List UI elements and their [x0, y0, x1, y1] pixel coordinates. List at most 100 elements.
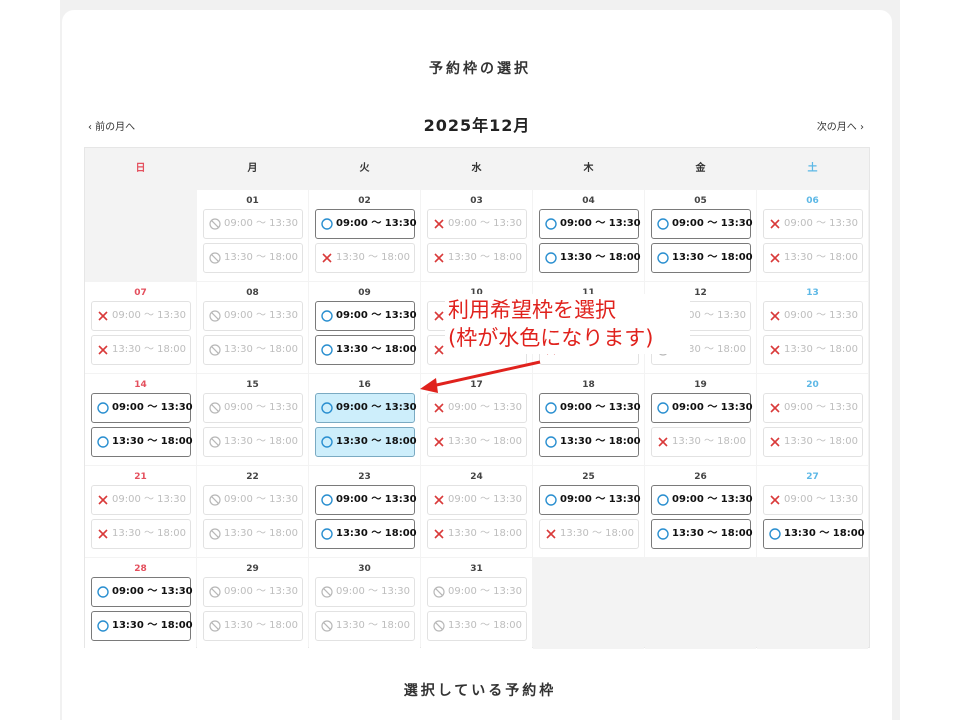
time-slot[interactable]: 13:30 ～ 18:00	[763, 519, 865, 549]
time-slot-label: 09:00 ～ 13:30	[336, 494, 417, 505]
available-circle-icon	[321, 402, 333, 414]
time-slot: 09:00 ～ 13:30	[203, 577, 303, 607]
time-slot-label: 09:00 ～ 13:30	[448, 494, 522, 505]
time-slot-label: 13:30 ～ 18:00	[336, 528, 417, 539]
calendar-empty-cell	[533, 558, 644, 649]
time-slot-label: 13:30 ～ 18:00	[560, 436, 641, 447]
time-slot-label: 13:30 ～ 18:00	[784, 528, 865, 539]
time-slot-label: 13:30 ～ 18:00	[224, 436, 298, 447]
time-slot: 13:30 ～ 18:00	[91, 519, 191, 549]
unavailable-prohibited-icon	[209, 252, 221, 264]
unavailable-prohibited-icon	[209, 218, 221, 230]
time-slot-label: 13:30 ～ 18:00	[336, 252, 410, 263]
calendar-day-cell: 05 09:00 ～ 13:30 13:30 ～ 18:00	[645, 190, 756, 281]
available-circle-icon	[321, 310, 333, 322]
time-slot: 13:30 ～ 18:00	[203, 519, 303, 549]
day-number: 20	[806, 380, 819, 390]
time-slot-label: 13:30 ～ 18:00	[448, 252, 522, 263]
available-circle-icon	[97, 436, 109, 448]
unavailable-prohibited-icon	[209, 402, 221, 414]
available-circle-icon	[657, 494, 669, 506]
time-slot: 09:00 ～ 13:30	[763, 393, 863, 423]
time-slot[interactable]: 09:00 ～ 13:30	[91, 393, 193, 423]
time-slot[interactable]: 09:00 ～ 13:30	[539, 393, 641, 423]
full-cross-icon	[658, 437, 668, 447]
available-circle-icon	[545, 252, 557, 264]
calendar-day-cell: 14 09:00 ～ 13:30 13:30 ～ 18:00	[85, 374, 196, 465]
unavailable-prohibited-icon	[433, 620, 445, 632]
time-slot[interactable]: 09:00 ～ 13:30	[315, 209, 417, 239]
time-slot: 13:30 ～ 18:00	[539, 519, 639, 549]
calendar-day-cell: 16 09:00 ～ 13:30 13:30 ～ 18:00	[309, 374, 420, 465]
day-number: 09	[358, 288, 371, 298]
day-number: 25	[582, 472, 595, 482]
time-slot-label: 09:00 ～ 13:30	[672, 494, 753, 505]
time-slot: 13:30 ～ 18:00	[203, 611, 303, 641]
full-cross-icon	[434, 219, 444, 229]
time-slot-label: 13:30 ～ 18:00	[112, 620, 193, 631]
next-month-link[interactable]: 次の月へ ›	[817, 118, 864, 133]
time-slot[interactable]: 13:30 ～ 18:00	[315, 519, 417, 549]
full-cross-icon	[434, 529, 444, 539]
time-slot: 09:00 ～ 13:30	[91, 301, 191, 331]
time-slot-label: 13:30 ～ 18:00	[336, 620, 410, 631]
full-cross-icon	[98, 345, 108, 355]
time-slot-label: 13:30 ～ 18:00	[112, 528, 186, 539]
time-slot-label: 13:30 ～ 18:00	[448, 528, 522, 539]
day-number: 03	[470, 196, 483, 206]
time-slot[interactable]: 09:00 ～ 13:30	[651, 485, 753, 515]
page-title: 予約枠の選択	[429, 61, 531, 77]
selected-time-slot[interactable]: 09:00 ～ 13:30	[315, 393, 417, 423]
unavailable-prohibited-icon	[321, 620, 333, 632]
time-slot: 13:30 ～ 18:00	[763, 427, 863, 457]
time-slot[interactable]: 13:30 ～ 18:00	[539, 427, 641, 457]
available-circle-icon	[97, 586, 109, 598]
time-slot[interactable]: 13:30 ～ 18:00	[651, 243, 753, 273]
time-slot-label: 09:00 ～ 13:30	[448, 218, 522, 229]
full-cross-icon	[770, 437, 780, 447]
unavailable-prohibited-icon	[433, 586, 445, 598]
day-number: 21	[134, 472, 147, 482]
time-slot: 13:30 ～ 18:00	[427, 519, 527, 549]
time-slot-label: 13:30 ～ 18:00	[224, 620, 298, 631]
time-slot-label: 09:00 ～ 13:30	[112, 494, 186, 505]
day-number: 16	[358, 380, 371, 390]
unavailable-prohibited-icon	[209, 344, 221, 356]
time-slot-label: 13:30 ～ 18:00	[224, 252, 298, 263]
time-slot-label: 09:00 ～ 13:30	[336, 218, 417, 229]
full-cross-icon	[770, 345, 780, 355]
time-slot-label: 09:00 ～ 13:30	[112, 586, 193, 597]
time-slot-label: 09:00 ～ 13:30	[784, 310, 858, 321]
day-number: 01	[246, 196, 259, 206]
day-number: 06	[806, 196, 819, 206]
calendar-day-cell: 23 09:00 ～ 13:30 13:30 ～ 18:00	[309, 466, 420, 557]
time-slot[interactable]: 09:00 ～ 13:30	[651, 209, 753, 239]
time-slot[interactable]: 09:00 ～ 13:30	[91, 577, 193, 607]
weekday-header: 水	[471, 163, 482, 174]
time-slot[interactable]: 13:30 ～ 18:00	[91, 427, 193, 457]
time-slot[interactable]: 13:30 ～ 18:00	[539, 243, 641, 273]
time-slot[interactable]: 09:00 ～ 13:30	[539, 485, 641, 515]
day-number: 07	[134, 288, 147, 298]
time-slot-label: 09:00 ～ 13:30	[784, 402, 858, 413]
day-number: 27	[806, 472, 819, 482]
full-cross-icon	[434, 403, 444, 413]
time-slot-label: 09:00 ～ 13:30	[784, 494, 858, 505]
time-slot[interactable]: 13:30 ～ 18:00	[315, 335, 417, 365]
time-slot[interactable]: 13:30 ～ 18:00	[91, 611, 193, 641]
time-slot[interactable]: 09:00 ～ 13:30	[651, 393, 753, 423]
calendar-day-cell: 22 09:00 ～ 13:30 13:30 ～ 18:00	[197, 466, 308, 557]
full-cross-icon	[434, 311, 444, 321]
time-slot[interactable]: 09:00 ～ 13:30	[315, 485, 417, 515]
full-cross-icon	[770, 495, 780, 505]
time-slot[interactable]: 13:30 ～ 18:00	[651, 519, 753, 549]
time-slot: 09:00 ～ 13:30	[203, 209, 303, 239]
time-slot-label: 13:30 ～ 18:00	[224, 344, 298, 355]
time-slot-label: 13:30 ～ 18:00	[336, 344, 417, 355]
time-slot[interactable]: 09:00 ～ 13:30	[315, 301, 417, 331]
selected-time-slot[interactable]: 13:30 ～ 18:00	[315, 427, 417, 457]
available-circle-icon	[545, 494, 557, 506]
time-slot[interactable]: 09:00 ～ 13:30	[539, 209, 641, 239]
calendar-day-cell: 07 09:00 ～ 13:30 13:30 ～ 18:00	[85, 282, 196, 373]
time-slot: 13:30 ～ 18:00	[315, 611, 415, 641]
